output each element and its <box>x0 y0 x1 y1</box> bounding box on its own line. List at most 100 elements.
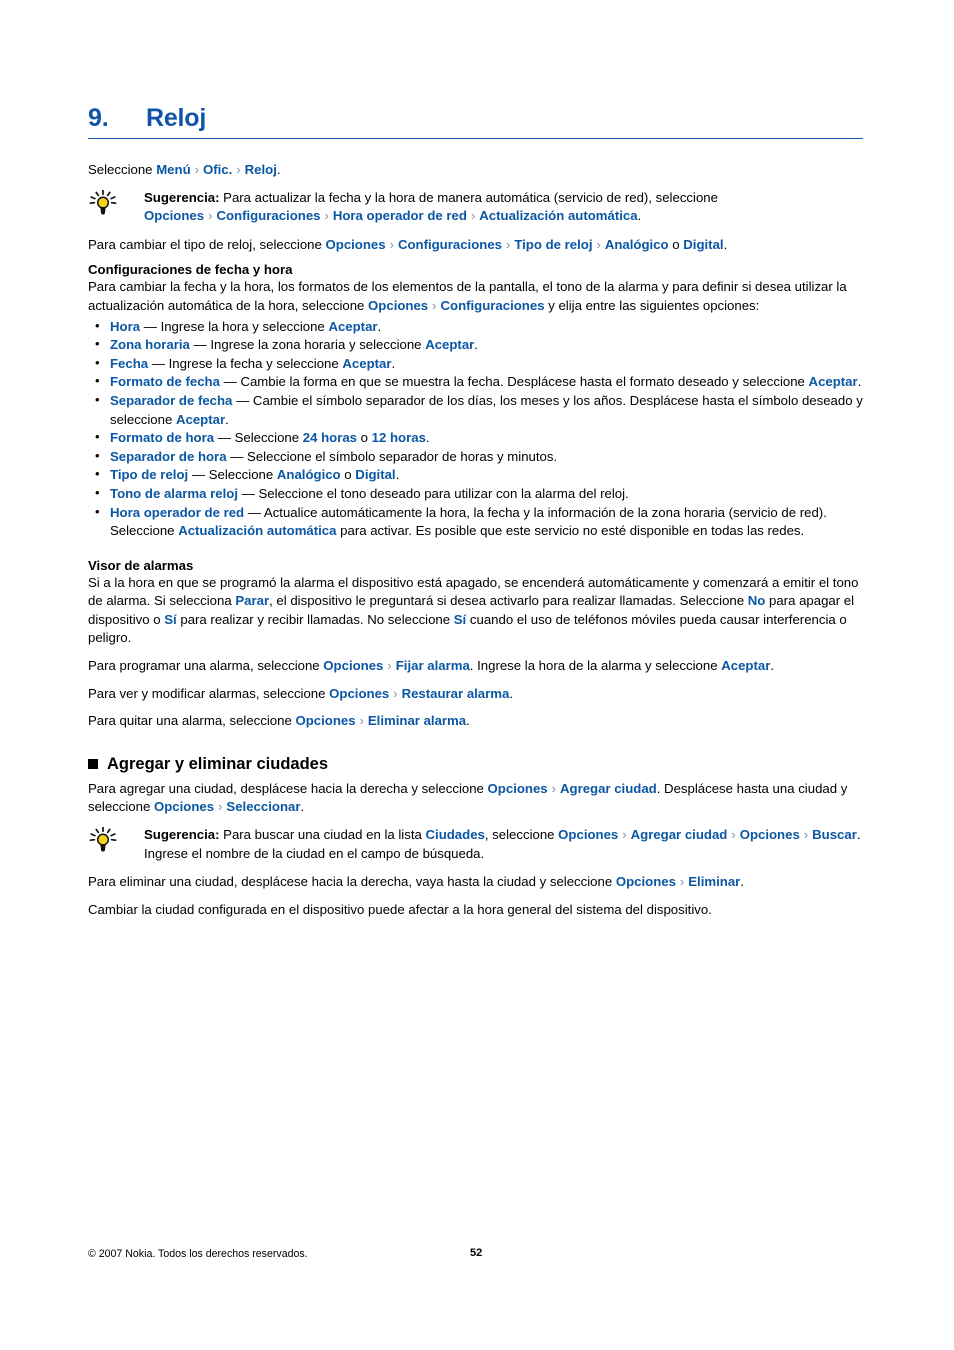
option-link-1[interactable]: Aceptar <box>176 412 225 427</box>
list-item: Zona horaria — Ingrese la zona horaria y… <box>88 335 863 355</box>
cities-paragraph-1: Para agregar una ciudad, desplácese haci… <box>88 780 863 817</box>
alarm-p1-b: , el dispositivo le preguntará si desea … <box>269 593 748 609</box>
option-text-2: o <box>340 467 356 483</box>
path-separator-icon: › <box>194 162 199 177</box>
path-separator-icon: › <box>389 236 394 252</box>
link-no[interactable]: No <box>748 593 766 608</box>
option-text-1: Ingrese la zona horaria y seleccione <box>210 337 426 353</box>
subheading-alarm-viewer: Visor de alarmas <box>88 557 194 573</box>
link-si[interactable]: Sí <box>164 612 176 627</box>
link-opciones[interactable]: Opciones <box>144 208 204 223</box>
link-tipo-de-reloj[interactable]: Tipo de reloj <box>514 237 592 252</box>
option-link-1[interactable]: Aceptar <box>328 319 377 334</box>
link-opciones[interactable]: Opciones <box>558 827 618 842</box>
lightbulb-tip-icon <box>88 826 144 858</box>
cities-paragraph-2: Para eliminar una ciudad, desplácese hac… <box>88 873 863 892</box>
option-dash: — <box>219 374 241 390</box>
path-separator-icon: › <box>208 208 213 224</box>
option-link-1[interactable]: Actualización automática <box>178 523 336 538</box>
option-term[interactable]: Tipo de reloj <box>110 467 188 482</box>
link-actualizacion-automatica[interactable]: Actualización automática <box>479 208 637 223</box>
link-opciones[interactable]: Opciones <box>488 781 548 796</box>
link-opciones[interactable]: Opciones <box>329 686 389 701</box>
path-separator-icon: › <box>236 162 241 177</box>
link-eliminar-alarma[interactable]: Eliminar alarma <box>368 713 466 728</box>
link-seleccionar[interactable]: Seleccionar <box>226 799 300 814</box>
option-term[interactable]: Formato de fecha <box>110 374 220 389</box>
link-opciones[interactable]: Opciones <box>295 713 355 728</box>
link-agregar-ciudad[interactable]: Agregar ciudad <box>560 781 657 796</box>
link-opciones[interactable]: Opciones <box>326 237 386 252</box>
link-reloj[interactable]: Reloj <box>245 162 277 177</box>
option-text-2: . <box>857 374 862 390</box>
option-text-2: para activar. Es posible que este servic… <box>336 523 805 539</box>
tip-label: Sugerencia: <box>144 827 220 843</box>
link-opciones[interactable]: Opciones <box>740 827 800 842</box>
link-aceptar[interactable]: Aceptar <box>721 658 770 673</box>
option-link-1[interactable]: Aceptar <box>809 374 858 389</box>
option-term[interactable]: Separador de fecha <box>110 393 232 408</box>
link-buscar[interactable]: Buscar <box>812 827 857 842</box>
option-link-1[interactable]: 24 horas <box>303 430 357 445</box>
option-term[interactable]: Formato de hora <box>110 430 214 445</box>
link-parar[interactable]: Parar <box>235 593 269 608</box>
options-list: Hora — Ingrese la hora y seleccione Acep… <box>88 317 863 541</box>
link-si[interactable]: Sí <box>454 612 466 627</box>
option-link-2[interactable]: Digital <box>355 467 395 482</box>
link-opciones[interactable]: Opciones <box>323 658 383 673</box>
square-bullet-icon <box>88 759 98 770</box>
link-hora-operador-de-red[interactable]: Hora operador de red <box>333 208 467 223</box>
option-term[interactable]: Separador de hora <box>110 449 227 464</box>
link-configuraciones[interactable]: Configuraciones <box>440 298 544 313</box>
option-term[interactable]: Tono de alarma reloj <box>110 486 238 501</box>
link-opciones[interactable]: Opciones <box>616 874 676 889</box>
link-analogico[interactable]: Analógico <box>605 237 669 252</box>
option-term[interactable]: Zona horaria <box>110 337 190 352</box>
path-separator-icon: › <box>387 658 392 674</box>
tip-block: Sugerencia: Para actualizar la fecha y l… <box>88 189 863 226</box>
link-ciudades[interactable]: Ciudades <box>426 827 485 842</box>
link-configuraciones[interactable]: Configuraciones <box>398 237 502 252</box>
clock-type-mid: o <box>668 236 684 252</box>
link-eliminar[interactable]: Eliminar <box>688 874 740 889</box>
option-text-2: . <box>474 337 478 353</box>
option-text-3: . <box>395 467 400 483</box>
tip-label: Sugerencia: <box>144 189 220 205</box>
path-separator-icon: › <box>731 827 736 843</box>
clock-type-text-1: Para cambiar el tipo de reloj, seleccion… <box>88 236 326 252</box>
option-link-2[interactable]: 12 horas <box>372 430 426 445</box>
option-term[interactable]: Hora operador de red <box>110 505 244 520</box>
tip-tail: . <box>637 208 642 224</box>
copyright-notice: © 2007 Nokia. Todos los derechos reserva… <box>88 1248 308 1260</box>
option-link-1[interactable]: Aceptar <box>342 356 391 371</box>
path-separator-icon: › <box>470 208 476 224</box>
link-agregar-ciudad[interactable]: Agregar ciudad <box>631 827 728 842</box>
option-term[interactable]: Fecha <box>110 356 148 371</box>
list-item: Fecha — Ingrese la fecha y seleccione Ac… <box>88 354 863 374</box>
path-separator-icon: › <box>622 827 627 843</box>
option-text-1: Ingrese la hora y seleccione <box>160 318 329 334</box>
link-opciones[interactable]: Opciones <box>368 298 428 313</box>
link-ofic[interactable]: Ofic. <box>203 162 232 177</box>
link-digital[interactable]: Digital <box>683 237 723 252</box>
link-fijar-alarma[interactable]: Fijar alarma <box>396 658 470 673</box>
link-restaurar-alarma[interactable]: Restaurar alarma <box>402 686 510 701</box>
option-dash: — <box>140 318 161 334</box>
page-number: 52 <box>470 1247 483 1259</box>
link-opciones[interactable]: Opciones <box>154 799 214 814</box>
option-link-1[interactable]: Analógico <box>277 467 341 482</box>
page-content: 9. Reloj Seleccione Menú › Ofic. › Reloj. <box>88 104 863 928</box>
list-item: Formato de hora — Seleccione 24 horas o … <box>88 428 863 448</box>
option-dash: — <box>232 392 253 408</box>
option-link-1[interactable]: Aceptar <box>425 337 474 352</box>
link-menu[interactable]: Menú <box>156 162 190 177</box>
option-dash: — <box>148 355 169 371</box>
document-page: 9. Reloj Seleccione Menú › Ofic. › Reloj. <box>0 0 954 1350</box>
subheading-date-time: Configuraciones de fecha y hora <box>88 262 293 278</box>
option-text-2: . <box>391 355 396 371</box>
option-text-2: o <box>357 430 372 446</box>
option-text-1: Seleccione <box>234 430 303 446</box>
option-term[interactable]: Hora <box>110 319 140 334</box>
link-configuraciones[interactable]: Configuraciones <box>216 208 320 223</box>
chapter-heading: 9. Reloj <box>88 104 863 138</box>
